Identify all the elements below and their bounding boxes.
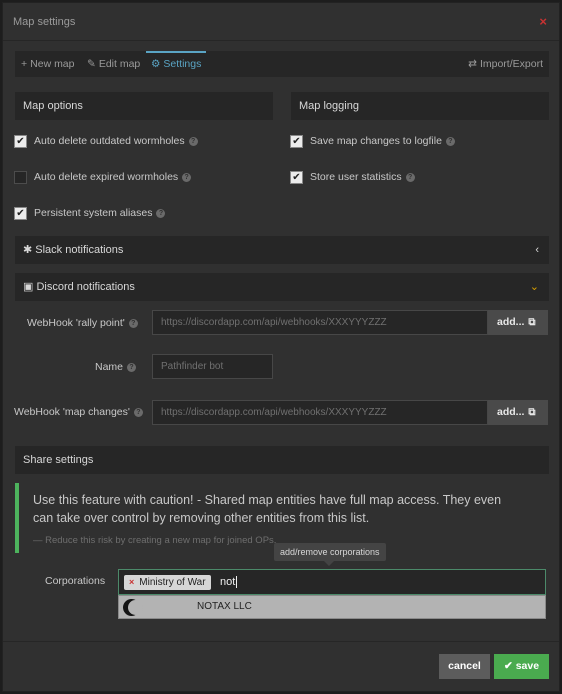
checkbox-box[interactable]: ✔ [290,134,303,148]
help-icon[interactable]: ? [445,136,455,146]
corporations-tooltip: add/remove corporations [274,543,386,566]
corporation-search-text: not [220,576,236,588]
webhook-rally-add-button[interactable]: add... ⧉ [488,310,548,335]
checkbox-auto-delete-outdated[interactable]: ✔ Auto delete outdated wormholes? [14,134,198,150]
save-button[interactable]: ✔ save [494,654,549,679]
map-options-header: Map options [15,92,273,120]
selected-corporation-tag: × Ministry of War [124,575,211,590]
corporation-logo-icon [123,599,143,616]
checkbox-label: Store user statistics [310,171,402,184]
external-link-icon: ⧉ [528,407,536,418]
help-icon[interactable]: ? [405,172,415,182]
chevron-left-icon: ‹ [535,244,539,256]
checkbox-persistent-aliases[interactable]: ✔ Persistent system aliases? [14,206,166,222]
tab-new-map-label: New map [30,58,75,70]
external-link-icon: ⧉ [528,317,536,328]
chevron-down-icon: ⌄ [529,281,539,293]
help-icon[interactable]: ? [133,407,143,417]
checkbox-save-logfile[interactable]: ✔ Save map changes to logfile? [290,134,455,150]
tab-edit-map[interactable]: ✎ Edit map [87,51,140,77]
checkbox-label: Auto delete outdated wormholes [34,135,185,148]
checkbox-box[interactable]: ✔ [14,206,27,220]
exchange-icon: ⇄ [468,58,477,70]
help-icon[interactable]: ? [182,172,192,182]
check-icon: ✔ [503,660,513,672]
slack-title: Slack notifications [35,244,124,256]
checkbox-box[interactable]: ✔ [14,134,27,148]
dialog-title: Map settings [13,16,76,28]
help-icon[interactable]: ? [127,362,137,372]
add-label: add... [497,316,525,328]
share-settings-title: Share settings [23,454,94,466]
checkbox-label: Persistent system aliases [34,207,153,220]
settings-navbar: + New map ✎ Edit map ⚙ Settings ⇄ Import/Exp… [15,51,549,77]
map-logging-title: Map logging [299,100,359,112]
save-label: save [515,660,540,672]
webhook-changes-label: WebHook 'map changes'? [14,406,143,418]
discord-notifications-header[interactable]: ▣ Discord notifications ⌄ [15,273,549,301]
gear-icon: ⚙ [151,58,161,70]
share-warning-text: Use this feature with caution! - Shared … [33,493,502,525]
help-icon[interactable]: ? [156,208,166,218]
checkbox-box[interactable] [14,170,27,184]
text-cursor [236,576,238,589]
map-options-title: Map options [23,100,83,112]
webhook-rally-label-text: WebHook 'rally point' [27,317,125,329]
checkbox-user-statistics[interactable]: ✔ Store user statistics? [290,170,415,186]
checkbox-auto-delete-expired[interactable]: Auto delete expired wormholes? [14,170,192,186]
tab-edit-map-label: Edit map [98,58,141,70]
close-icon[interactable]: × [539,14,547,29]
name-label: Name? [95,361,137,373]
webhook-changes-add-button[interactable]: add... ⧉ [488,400,548,425]
plus-icon: + [21,58,28,70]
map-settings-dialog: Map settings × + New map ✎ Edit map ⚙ Setti… [2,2,560,692]
bot-name-input[interactable]: Pathfinder bot [152,354,273,379]
help-icon[interactable]: ? [128,318,138,328]
checkbox-label: Save map changes to logfile [310,135,442,148]
corporation-option[interactable]: NOTAX LLC [118,595,546,619]
checkbox-box[interactable]: ✔ [290,170,303,184]
dialog-titlebar: Map settings × [3,3,559,41]
slack-notifications-header[interactable]: ✱ Slack notifications ‹ [15,236,549,264]
discord-title: Discord notifications [36,281,135,293]
tab-settings-label: Settings [163,58,202,70]
remove-tag-icon[interactable]: × [129,577,134,587]
footer-divider [3,641,559,642]
add-label: add... [497,406,525,418]
name-label-text: Name [95,361,124,373]
corporations-select[interactable]: × Ministry of War not [118,569,546,595]
share-settings-header: Share settings [15,446,549,474]
discord-icon: ▣ [23,281,34,293]
checkbox-label: Auto delete expired wormholes [34,171,179,184]
cancel-button[interactable]: cancel [439,654,490,679]
share-warning-note: — Reduce this risk by creating a new map… [33,535,277,546]
map-logging-header: Map logging [291,92,549,120]
corporations-label: Corporations [45,575,106,587]
webhook-rally-label: WebHook 'rally point'? [27,317,138,329]
webhook-changes-input[interactable]: https://discordapp.com/api/webhooks/XXXY… [152,400,488,425]
webhook-rally-input[interactable]: https://discordapp.com/api/webhooks/XXXY… [152,310,488,335]
webhook-changes-label-text: WebHook 'map changes' [14,406,130,418]
help-icon[interactable]: ? [188,136,198,146]
slack-icon: ✱ [23,244,33,256]
corporation-search-input[interactable]: not [220,575,238,590]
tab-import-export-label: Import/Export [479,58,543,70]
tab-settings[interactable]: ⚙ Settings [146,51,207,77]
tab-import-export[interactable]: ⇄ Import/Export [468,51,543,77]
tab-new-map[interactable]: + New map [21,51,75,77]
corporation-option-label: NOTAX LLC [197,601,252,612]
edit-icon: ✎ [87,58,96,70]
selected-corporation-label: Ministry of War [139,577,206,588]
